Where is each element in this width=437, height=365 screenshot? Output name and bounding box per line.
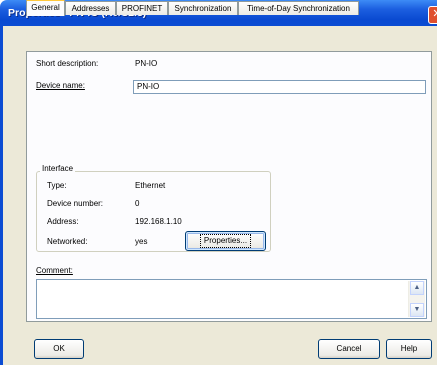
tab-addresses[interactable]: Addresses: [65, 1, 116, 15]
short-description-label: Short description:: [36, 59, 99, 68]
interface-properties-label: Properties...: [199, 234, 252, 248]
device-name-field[interactable]: PN-IO: [133, 80, 426, 94]
type-label: Type:: [47, 181, 67, 190]
tab-synchronization-label: Synchronization: [174, 4, 232, 13]
short-description-value: PN-IO: [135, 59, 158, 68]
type-value: Ethernet: [135, 181, 166, 190]
interface-group-title: Interface: [40, 164, 76, 173]
comment-textarea[interactable]: ▲ ▼: [36, 279, 427, 319]
tab-profinet-label: PROFINET: [121, 4, 163, 13]
device-number-label: Device number:: [47, 199, 104, 208]
device-number-value: 0: [135, 199, 140, 208]
help-button[interactable]: Help: [386, 339, 432, 359]
device-name-value: PN-IO: [137, 82, 160, 91]
tab-general-label: General: [31, 3, 60, 12]
tab-time-of-day-synchronization[interactable]: Time-of-Day Synchronization: [238, 1, 359, 15]
interface-properties-button[interactable]: Properties...: [185, 231, 266, 251]
cancel-button[interactable]: Cancel: [318, 339, 380, 359]
networked-label: Networked:: [47, 237, 88, 246]
tab-addresses-label: Addresses: [71, 4, 110, 13]
tab-synchronization[interactable]: Synchronization: [168, 1, 238, 15]
scroll-down-icon[interactable]: ▼: [410, 303, 424, 317]
tab-time-of-day-label: Time-of-Day Synchronization: [247, 4, 350, 13]
address-value: 192.168.1.10: [135, 217, 182, 226]
ok-button[interactable]: OK: [34, 339, 84, 359]
comment-label: Comment:: [36, 266, 73, 275]
tab-general[interactable]: General: [26, 0, 65, 16]
networked-value: yes: [135, 237, 148, 246]
device-name-label: Device name:: [36, 81, 85, 90]
comment-scrollbar[interactable]: ▲ ▼: [408, 281, 425, 317]
tab-profinet[interactable]: PROFINET: [116, 1, 168, 15]
address-label: Address:: [47, 217, 79, 226]
scroll-up-icon[interactable]: ▲: [410, 281, 424, 295]
close-icon[interactable]: ✕: [428, 6, 437, 24]
